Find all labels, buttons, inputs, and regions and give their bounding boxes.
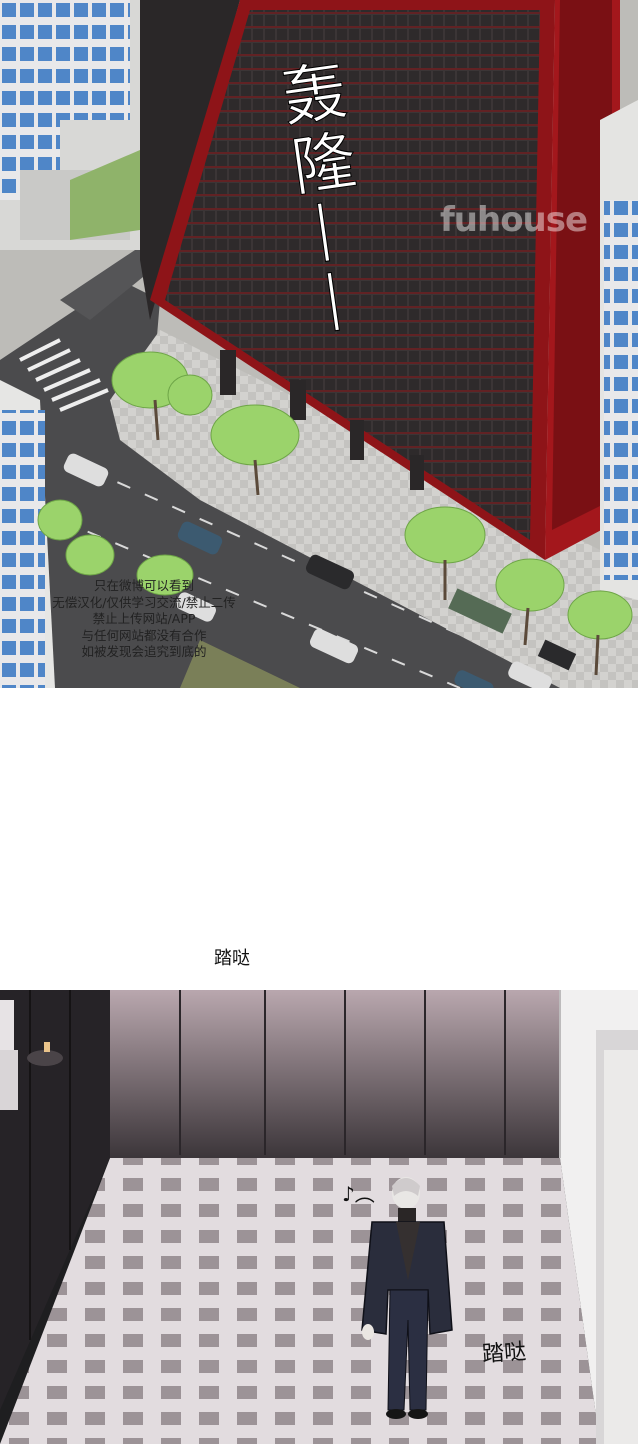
notice-line: 与任何网站都没有合作 xyxy=(81,627,207,643)
notice-line: 无偿汉化/仅供学习交流/禁止二传 xyxy=(52,594,236,610)
notice-line: 禁止上传网站/APP xyxy=(92,611,196,626)
sound-effect-footstep: 踏哒 xyxy=(214,948,250,969)
notice-line: 只在微博可以看到 xyxy=(93,578,194,593)
music-note-icon: ♪︵ xyxy=(342,1182,375,1206)
notice-line: 如被发现会追究到底的 xyxy=(81,644,207,659)
hallway-illustration xyxy=(0,990,638,1444)
city-aerial-panel: 轰隆—— fuhouse 只在微博可以看到 无偿汉化/仅供学习交流/禁止二传 禁… xyxy=(0,0,638,688)
translator-notice: 只在微博可以看到 无偿汉化/仅供学习交流/禁止二传 禁止上传网站/APP 与任何… xyxy=(44,578,244,661)
watermark-logo: fuhouse xyxy=(440,200,588,240)
sound-effect-footstep: 踏哒 xyxy=(481,1339,528,1368)
hallway-panel: ♪︵ xyxy=(0,990,638,1444)
panel-gutter xyxy=(0,688,638,990)
